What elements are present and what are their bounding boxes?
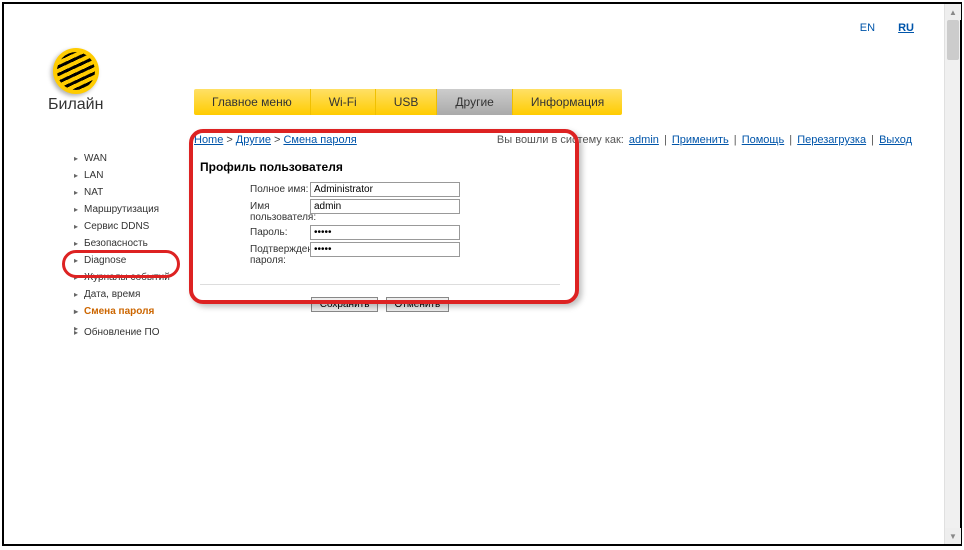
sidebar-item-security[interactable]: Безопасность <box>72 235 177 252</box>
sidebar: WAN LAN NAT Маршрутизация Сервис DDNS Бе… <box>72 150 177 341</box>
crumb-page[interactable]: Смена пароля <box>283 134 356 146</box>
vertical-scrollbar[interactable]: ▲ ▼ <box>944 4 960 544</box>
sidebar-item-logs[interactable]: Журналы событий <box>72 269 177 286</box>
crumb-home[interactable]: Home <box>194 134 223 146</box>
password-label: Пароль: <box>200 225 310 238</box>
login-bar: Вы вошли в систему как: admin | Применит… <box>497 134 914 146</box>
login-user-link[interactable]: admin <box>629 134 659 146</box>
username-label: Имя пользователя: <box>200 199 310 223</box>
confirm-field[interactable] <box>310 242 460 257</box>
lang-ru-link[interactable]: RU <box>898 22 914 34</box>
nav-other[interactable]: Другие <box>437 89 512 115</box>
sidebar-item-lan[interactable]: LAN <box>72 167 177 184</box>
brand-name: Билайн <box>48 96 103 114</box>
username-field[interactable] <box>310 199 460 214</box>
sidebar-item-ddns[interactable]: Сервис DDNS <box>72 218 177 235</box>
sidebar-item-datetime[interactable]: Дата, время <box>72 286 177 303</box>
sidebar-item-wan[interactable]: WAN <box>72 150 177 167</box>
scroll-down-icon[interactable]: ▼ <box>945 528 961 544</box>
page-title: Профиль пользователя <box>200 160 908 174</box>
lang-en-link[interactable]: EN <box>860 22 875 34</box>
nav-main[interactable]: Главное меню <box>194 89 311 115</box>
breadcrumb: Home>Другие>Смена пароля <box>194 134 357 146</box>
password-field[interactable] <box>310 225 460 240</box>
logout-link[interactable]: Выход <box>879 134 912 146</box>
apply-link[interactable]: Применить <box>672 134 729 146</box>
sidebar-item-changepw[interactable]: Смена пароля <box>72 303 177 320</box>
fullname-label: Полное имя: <box>200 182 310 195</box>
nav-usb[interactable]: USB <box>376 89 438 115</box>
confirm-label: Подтверждение пароля: <box>200 242 310 266</box>
main-nav: Главное меню Wi-Fi USB Другие Информация <box>194 89 622 115</box>
sidebar-item-diagnose[interactable]: Diagnose <box>72 252 177 269</box>
sidebar-item-nat[interactable]: NAT <box>72 184 177 201</box>
fullname-field[interactable] <box>310 182 460 197</box>
login-prefix: Вы вошли в систему как: <box>497 134 627 146</box>
bee-icon <box>53 48 99 94</box>
sidebar-item-fw[interactable]: Обновление ПО <box>72 324 177 341</box>
cancel-button[interactable]: Отменить <box>386 297 450 312</box>
nav-wifi[interactable]: Wi-Fi <box>311 89 376 115</box>
crumb-other[interactable]: Другие <box>236 134 271 146</box>
nav-info[interactable]: Информация <box>513 89 622 115</box>
scroll-up-icon[interactable]: ▲ <box>945 4 961 20</box>
sidebar-item-routing[interactable]: Маршрутизация <box>72 201 177 218</box>
brand-logo: Билайн <box>48 48 103 114</box>
help-link[interactable]: Помощь <box>742 134 785 146</box>
scroll-thumb[interactable] <box>947 20 959 60</box>
reboot-link[interactable]: Перезагрузка <box>797 134 866 146</box>
save-button[interactable]: Сохранить <box>311 297 379 312</box>
